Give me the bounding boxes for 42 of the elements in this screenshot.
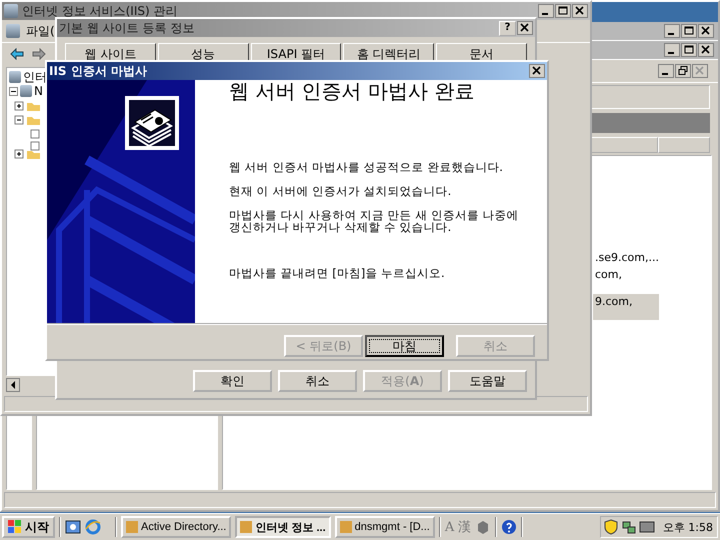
maximize-button[interactable]	[681, 24, 697, 38]
dialog-button[interactable]: 확인	[193, 370, 272, 392]
windows-logo-icon	[8, 520, 22, 534]
tree-item[interactable]: N	[34, 84, 43, 98]
wizard-heading: 웹 서버 인증서 마법사 완료	[229, 78, 476, 105]
taskbar-button[interactable]: 인터넷 정보 ...	[235, 516, 331, 538]
list-item[interactable]: com,	[593, 267, 624, 282]
help-icon[interactable]	[501, 519, 518, 535]
restore-button[interactable]	[675, 64, 691, 78]
forward-arrow-icon[interactable]	[32, 48, 46, 60]
maximize-button[interactable]	[681, 43, 697, 57]
wizard-button[interactable]: 마침	[365, 335, 444, 357]
dialog-button[interactable]: 취소	[278, 370, 357, 392]
menu-item[interactable]: 파일(	[26, 22, 55, 40]
wizard-text: 현재 이 서버에 인증서가 설치되었습니다.	[229, 185, 452, 197]
network-icon[interactable]	[620, 519, 637, 535]
dialog-button[interactable]: 도움말	[448, 370, 527, 392]
scroll-left-button[interactable]	[6, 378, 20, 392]
window-title: 인터넷 정보 서비스(IIS) 관리	[22, 2, 179, 20]
collapse-icon[interactable]	[9, 86, 18, 96]
monitor-icon[interactable]	[638, 519, 655, 535]
taskbar-button[interactable]: Active Directory...	[121, 516, 232, 538]
back-arrow-icon[interactable]	[10, 48, 24, 60]
minimize-button[interactable]	[658, 64, 674, 78]
dialog-title: IIS 인증서 마법사	[49, 62, 148, 80]
wizard-text: 마법사를 끝내려면 [마침]을 누르십시오.	[229, 267, 446, 279]
close-button[interactable]	[698, 43, 714, 57]
tree-item[interactable]: 인터	[23, 68, 47, 86]
list-item[interactable]: 9.com,	[593, 294, 659, 320]
start-button[interactable]: 시작	[2, 516, 55, 538]
minimize-button[interactable]	[664, 24, 680, 38]
wizard-text: 웹 서버 인증서 마법사를 성공적으로 완료했습니다.	[229, 161, 504, 173]
minimize-button[interactable]	[664, 43, 680, 57]
list-item[interactable]: .se9.com,...	[593, 250, 661, 265]
shield-icon[interactable]	[602, 519, 619, 535]
taskbar-button[interactable]: dnsmgmt - [D...	[334, 516, 435, 538]
certificate-icon	[125, 96, 179, 150]
close-button[interactable]	[529, 64, 545, 78]
close-button[interactable]	[698, 24, 714, 38]
clock: 오후 1:58	[662, 520, 713, 534]
wizard-text: 마법사를 다시 사용하여 지금 만든 새 인증서를 나중에 갱신하거나 바꾸거나 삭제할 수 있습니다.	[229, 209, 520, 233]
dialog-title: 기본 웹 사이트 등록 정보	[59, 20, 196, 36]
